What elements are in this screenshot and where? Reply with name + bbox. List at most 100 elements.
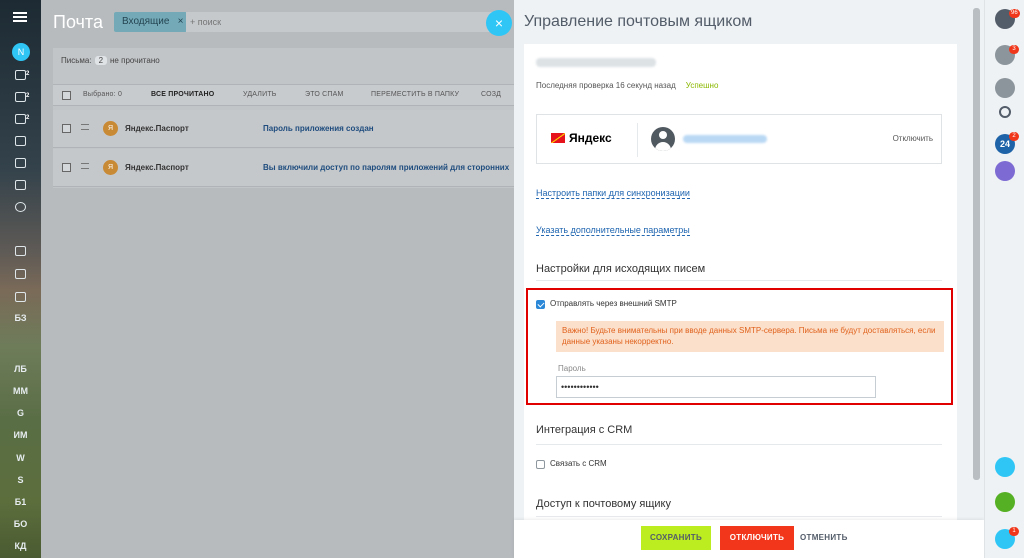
divider	[536, 444, 942, 445]
nav-item-bo[interactable]: БО	[0, 514, 41, 534]
close-icon[interactable]: ×	[178, 12, 184, 32]
nav-item-kd[interactable]: КД	[0, 536, 41, 556]
disconnect-link[interactable]: Отключить	[893, 134, 933, 143]
mail-toolbar: Выбрано: 0 ВСЕ ПРОЧИТАНО УДАЛИТЬ ЭТО СПА…	[53, 84, 515, 106]
smtp-checkbox-label[interactable]: Отправлять через внешний SMTP	[550, 299, 677, 308]
mailbox-settings-panel: Управление почтовым ящиком Последняя про…	[514, 0, 984, 558]
extra-params-link[interactable]: Указать дополнительные параметры	[536, 225, 690, 236]
highlight-frame: Отправлять через внешний SMTP Важно! Буд…	[526, 288, 953, 405]
status-badge: Успешно	[685, 81, 719, 90]
monitor-icon[interactable]	[0, 263, 41, 283]
scrollbar-thumb[interactable]	[973, 8, 980, 480]
mail-page-overlay: Почта Входящие × Письма:2не прочитано Вы…	[41, 0, 515, 558]
smtp-checkbox[interactable]	[536, 300, 545, 309]
nav-item-im[interactable]: ИМ	[0, 425, 41, 445]
academy-badge: 1	[1009, 527, 1019, 536]
drive-icon[interactable]	[0, 152, 41, 172]
mail-list: Письма: 2 не прочитано Выбрано: 0 ВСЕ ПРОЧ…	[53, 48, 515, 188]
create-button[interactable]: СОЗД	[481, 91, 501, 98]
search-input[interactable]	[186, 12, 506, 32]
search-icon[interactable]	[999, 106, 1011, 118]
nav-item-bz[interactable]: БЗ	[0, 308, 41, 328]
b24-badge: 2	[1009, 132, 1019, 141]
table-row[interactable]: Я Яндекс.Паспорт Пароль приложения созда…	[53, 110, 515, 148]
select-all-checkbox[interactable]	[62, 91, 71, 100]
avatar[interactable]: N	[12, 43, 30, 61]
last-check-text: Последняя проверка 16 секунд назад	[536, 81, 676, 90]
folder-filter-chip[interactable]: Входящие ×	[114, 12, 188, 32]
password-field[interactable]	[556, 376, 876, 398]
user-avatar-icon	[651, 127, 675, 151]
scrollbar[interactable]	[973, 8, 980, 480]
chat-icon[interactable]: 2	[0, 86, 41, 106]
mail-header: Почта Входящие ×	[41, 0, 515, 44]
contact-card-icon[interactable]	[0, 286, 41, 306]
save-button[interactable]: СОХРАНИТЬ	[641, 526, 711, 550]
call-icon[interactable]	[995, 161, 1015, 181]
row-checkbox[interactable]	[62, 124, 71, 133]
tasks-icon[interactable]: 2	[0, 64, 41, 84]
access-section-title: Доступ к почтовому ящику	[536, 498, 671, 510]
panel-footer: СОХРАНИТЬ ОТКЛЮЧИТЬ ОТМЕНИТЬ	[514, 520, 984, 558]
divider	[536, 516, 942, 517]
group-icon[interactable]	[0, 130, 41, 150]
crm-section-title: Интеграция с CRM	[536, 424, 633, 436]
phone-icon[interactable]	[995, 492, 1015, 512]
password-label: Пароль	[558, 364, 586, 373]
smtp-warning: Важно! Будьте внимательны при вводе данн…	[556, 321, 944, 352]
account-email-redacted	[683, 135, 767, 143]
right-toolbar: 96 3 24 2 1	[984, 0, 1024, 558]
divider	[536, 280, 942, 281]
row-checkbox[interactable]	[62, 163, 71, 172]
selected-count: Выбрано: 0	[83, 91, 123, 98]
sender-name: Яндекс.Паспорт	[125, 163, 189, 172]
mail-icon[interactable]: 2	[0, 108, 41, 128]
move-to-folder-button[interactable]: ПЕРЕМЕСТИТЬ В ПАПКУ	[371, 91, 459, 98]
calendar-icon[interactable]	[0, 174, 41, 194]
sender-avatar: Я	[103, 121, 118, 136]
panel-title: Управление почтовым ящиком	[524, 13, 753, 30]
configure-folders-link[interactable]: Настроить папки для синхронизации	[536, 188, 690, 199]
help-badge: 96	[1009, 9, 1020, 18]
page-title: Почта	[53, 12, 103, 32]
yandex-logo: Яндекс	[551, 131, 612, 145]
nav-item-b1[interactable]: Б1	[0, 492, 41, 512]
nav-item-lb[interactable]: ЛБ	[0, 359, 41, 379]
unread-counter: Письма: 2 не прочитано	[61, 56, 160, 65]
crm-checkbox-label[interactable]: Связать с CRM	[550, 459, 607, 468]
nav-item-w[interactable]: W	[0, 448, 41, 468]
sync-status: Последняя проверка 16 секунд назад Успешн…	[536, 81, 718, 90]
message-subject[interactable]: Вы включили доступ по паролям приложений…	[263, 163, 509, 172]
unread-count-badge: 2	[94, 56, 108, 65]
mark-all-read-button[interactable]: ВСЕ ПРОЧИТАНО	[151, 91, 214, 98]
filter-icon[interactable]	[0, 240, 41, 260]
message-subject[interactable]: Пароль приложения создан	[263, 124, 374, 133]
folder-chip-label: Входящие	[122, 16, 170, 27]
sender-name: Яндекс.Паспорт	[125, 124, 189, 133]
drag-handle-icon[interactable]	[81, 124, 89, 130]
contact-center-icon[interactable]	[995, 457, 1015, 477]
divider	[637, 123, 638, 157]
close-slider-button[interactable]: ×	[486, 10, 512, 36]
settings-content: Последняя проверка 16 секунд назад Успешн…	[524, 44, 957, 520]
delete-button[interactable]: УДАЛИТЬ	[243, 91, 277, 98]
envelope-icon	[551, 133, 565, 143]
sender-avatar: Я	[103, 160, 118, 175]
timeman-icon[interactable]	[995, 78, 1015, 98]
crm-checkbox[interactable]	[536, 460, 545, 469]
drag-handle-icon[interactable]	[81, 163, 89, 169]
spam-button[interactable]: ЭТО СПАМ	[305, 91, 344, 98]
mailbox-address-redacted	[536, 58, 656, 67]
nav-item-mm[interactable]: ММ	[0, 381, 41, 401]
clock-icon[interactable]	[0, 196, 41, 216]
outgoing-section-title: Настройки для исходящих писем	[536, 263, 706, 275]
cancel-button[interactable]: ОТМЕНИТЬ	[800, 526, 847, 550]
nav-item-s[interactable]: S	[0, 470, 41, 490]
disconnect-button[interactable]: ОТКЛЮЧИТЬ	[720, 526, 794, 550]
nav-item-g[interactable]: G	[0, 403, 41, 423]
left-navigation: N 2 2 2 БЗ ЛБ ММ G ИМ W S Б1 БО КД	[0, 0, 41, 558]
menu-icon[interactable]	[13, 12, 27, 22]
connected-service-card: Яндекс Отключить	[536, 114, 942, 164]
table-row[interactable]: Я Яндекс.Паспорт Вы включили доступ по п…	[53, 149, 515, 187]
notifications-badge: 3	[1009, 45, 1019, 54]
